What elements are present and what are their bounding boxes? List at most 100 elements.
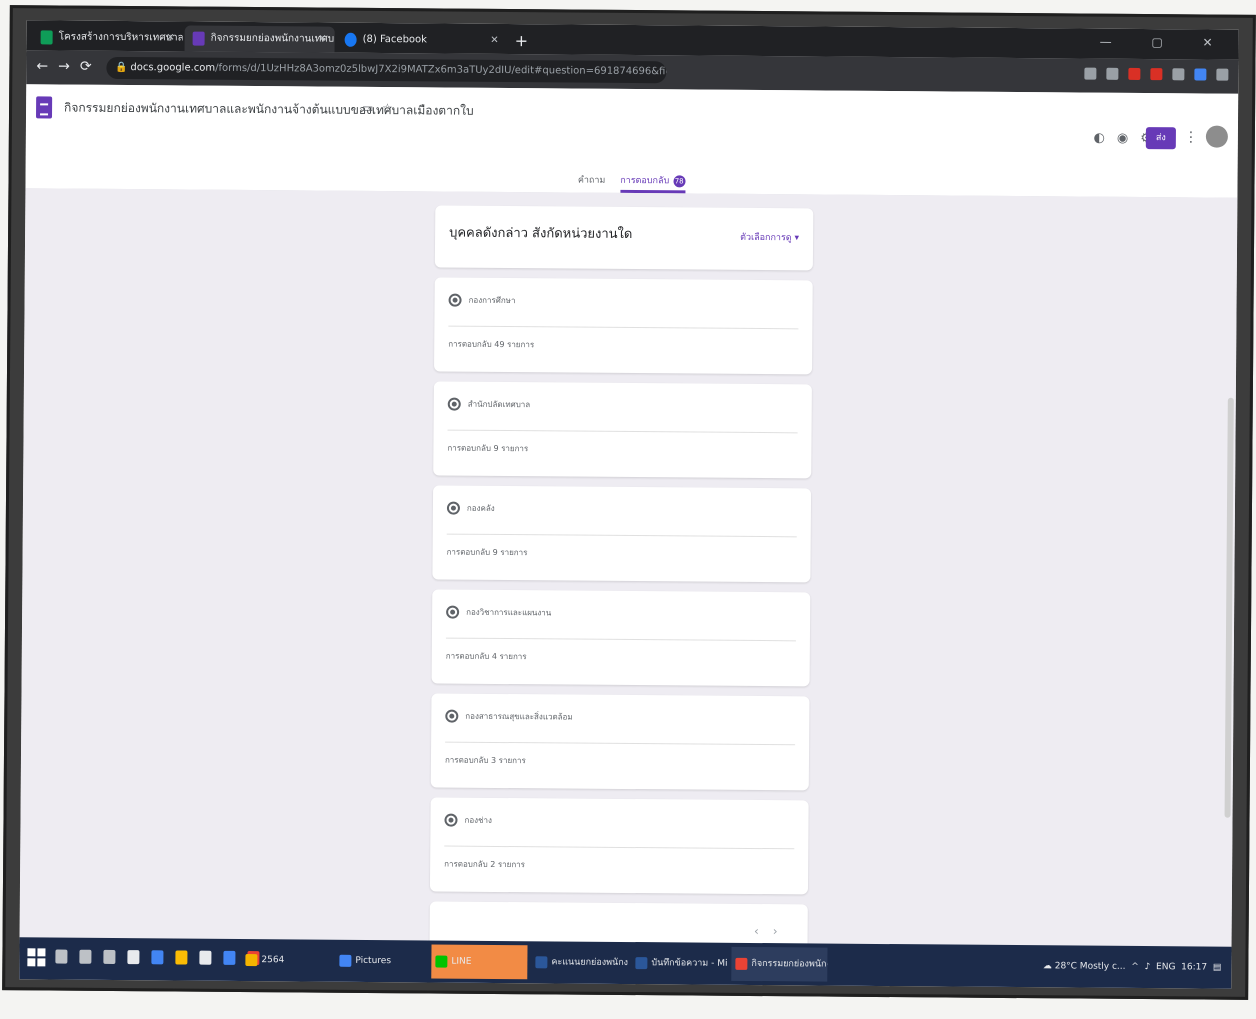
option-label: กองช่าง [464, 815, 492, 825]
pager-arrows[interactable]: ‹› [754, 924, 792, 938]
palette-icon[interactable]: ◐ [1093, 131, 1104, 146]
header-actions: ◐ ◉ ⚙ [1093, 131, 1151, 146]
lock-icon: 🔒 [115, 61, 128, 74]
option-count: การตอบกลับ 2 รายการ [444, 859, 526, 870]
monitor-frame: โครงสร้างการบริหารเทศบาล - Google ชีต ✕ … [2, 5, 1256, 1000]
menu-icon[interactable] [1216, 68, 1229, 81]
option-card[interactable]: กองวิชาการและแผนงาน การตอบกลับ 4 รายการ [431, 589, 811, 687]
widgets-icon[interactable] [103, 949, 116, 964]
close-icon[interactable]: ✕ [490, 28, 499, 54]
preview-icon[interactable]: ◉ [1117, 131, 1128, 146]
chevron-left-icon[interactable]: ‹ [754, 924, 773, 938]
taskbar-app[interactable]: LINE [431, 944, 528, 980]
new-tab-button[interactable]: + [515, 28, 529, 54]
taskbar-app-label: LINE [451, 956, 472, 967]
pictures-icon [339, 954, 352, 967]
view-options-dropdown[interactable]: ตัวเลือกการดู ▾ [740, 230, 799, 244]
option-count: การตอบกลับ 3 รายการ [444, 755, 526, 766]
folder-icon[interactable]: ▭ [362, 101, 373, 115]
option-card[interactable]: กองช่าง การตอบกลับ 2 รายการ [429, 797, 809, 895]
sheets-icon [40, 30, 53, 45]
question-card: บุคคลดังกล่าว สังกัดหน่วยงานใด ตัวเลือกก… [434, 205, 814, 271]
explorer-icon[interactable] [175, 950, 188, 965]
send-button[interactable]: ส่ง [1145, 127, 1176, 150]
language-indicator[interactable]: ENG [1156, 962, 1175, 972]
radio-icon [446, 605, 460, 619]
window-controls[interactable]: — ▢ ✕ [1100, 35, 1231, 50]
option-card[interactable]: กองคลัง การตอบกลับ 9 รายการ [432, 485, 812, 583]
extension-icons [1084, 67, 1229, 81]
zoom-icon[interactable] [1084, 67, 1097, 80]
taskbar-app[interactable]: กิจกรรมยกย่องพนักงาน... [731, 946, 828, 982]
divider [446, 533, 797, 538]
question-title: บุคคลดังกล่าว สังกัดหน่วยงานใด [449, 225, 633, 243]
scrollbar[interactable] [1224, 397, 1234, 818]
divider [448, 325, 799, 330]
divider [444, 845, 795, 850]
taskbar-app-label: Pictures [355, 955, 392, 967]
chevron-down-icon: ▾ [794, 233, 800, 244]
windows-start-icon[interactable] [27, 948, 46, 967]
responses-area: บุคคลดังกล่าว สังกัดหน่วยงานใด ตัวเลือกก… [19, 188, 1238, 965]
system-tray: ☁ 28°C Mostly c... ^ ♪ ENG 16:17 ▤ [1043, 945, 1222, 988]
nav-buttons[interactable]: ←→⟳ [36, 58, 101, 75]
search-icon[interactable] [55, 949, 68, 964]
tab-sheets[interactable]: โครงสร้างการบริหารเทศบาล - Google ชีต ✕ [33, 24, 183, 51]
avatar[interactable] [1205, 125, 1228, 148]
taskbar-app-label: 2564 [261, 955, 285, 966]
clock[interactable]: 16:17 [1181, 962, 1207, 972]
radio-icon [446, 501, 461, 515]
puzzle-icon[interactable] [1172, 68, 1185, 81]
tab-responses[interactable]: การตอบกลับ 78 [620, 172, 686, 194]
dropdown-label: ตัวเลือกการดู [740, 232, 792, 244]
notification-icon[interactable]: ▤ [1213, 963, 1222, 973]
tab-title: (8) Facebook [362, 33, 428, 46]
edge-icon[interactable] [151, 950, 164, 965]
option-card[interactable]: กองการศึกษา การตอบกลับ 49 รายการ [434, 277, 813, 375]
taskbar-app[interactable]: คะแนนยกย่องพนักงาน... [531, 945, 628, 980]
more-icon[interactable]: ⋮ [1184, 129, 1198, 145]
taskbar-app-label: กิจกรรมยกย่องพนักงาน... [751, 958, 828, 970]
taskbar-app[interactable]: 2564 [241, 943, 331, 978]
line-icon [435, 955, 448, 968]
chrome-icon[interactable] [199, 950, 212, 965]
windows-taskbar: 2564 Pictures LINE คะแนนยกย่องพนักงาน...… [19, 937, 1232, 989]
address-bar[interactable]: 🔒 docs.google.com/forms/d/1UzHHz8A3omz0z… [106, 56, 667, 84]
option-count: การตอบกลับ 9 รายการ [446, 547, 528, 558]
volume-icon[interactable]: ♪ [1145, 962, 1151, 972]
option-card[interactable]: สำนักปลัดเทศบาล การตอบกลับ 9 รายการ [433, 381, 812, 479]
chevron-right-icon[interactable]: › [773, 924, 792, 938]
weather-text[interactable]: 28°C Mostly c... [1055, 961, 1126, 972]
tab-title: โครงสร้างการบริหารเทศบาล - Google ชีต [58, 31, 183, 44]
taskbar-app[interactable]: บันทึกข้อความ - Micros... [631, 946, 728, 981]
option-card[interactable]: กองสาธารณสุขและสิ่งแวดล้อม การตอบกลับ 3 … [430, 693, 810, 791]
tab-facebook[interactable]: (8) Facebook ✕ [337, 27, 507, 54]
profile-icon[interactable] [1194, 68, 1207, 81]
star-icon[interactable]: ☆ [382, 101, 393, 115]
tray-chevron-icon[interactable]: ^ [1131, 962, 1139, 972]
option-label: กองคลัง [466, 503, 495, 513]
forms-logo-icon[interactable] [35, 96, 53, 119]
form-title[interactable]: กิจกรรมยกย่องพนักงานเทศบาลและพนักงานจ้าง… [64, 99, 474, 121]
url-path: /forms/d/1UzHHz8A3omz0z5lbwJ7X2i9MATZx6m… [215, 62, 667, 78]
close-icon[interactable]: ✕ [318, 27, 327, 53]
store-icon[interactable] [127, 950, 140, 965]
option-count: การตอบกลับ 4 รายการ [445, 651, 527, 662]
taskbar-app[interactable]: Pictures [335, 944, 427, 979]
facebook-icon [344, 32, 357, 47]
url-host: docs.google.com [130, 62, 216, 74]
word-icon [535, 956, 548, 969]
app-icon[interactable] [223, 950, 236, 965]
star-icon[interactable] [1106, 67, 1119, 80]
task-view-icon[interactable] [79, 949, 92, 964]
extension-icon[interactable] [1128, 67, 1141, 81]
tab-title: กิจกรรมยกย่องพนักงานเทศบาลและพนักงานจ้าง [210, 32, 335, 46]
close-icon[interactable]: ✕ [166, 25, 175, 51]
option-count: การตอบกลับ 49 รายการ [448, 339, 535, 350]
tab-questions[interactable]: คำถาม [578, 173, 606, 187]
tab-forms[interactable]: กิจกรรมยกย่องพนักงานเทศบาลและพนักงานจ้าง… [184, 25, 335, 53]
extension-icon[interactable] [1150, 68, 1163, 81]
option-label: สำนักปลัดเทศบาล [467, 399, 531, 410]
pinned-icons [55, 949, 260, 966]
weather-icon: ☁ [1042, 961, 1052, 972]
